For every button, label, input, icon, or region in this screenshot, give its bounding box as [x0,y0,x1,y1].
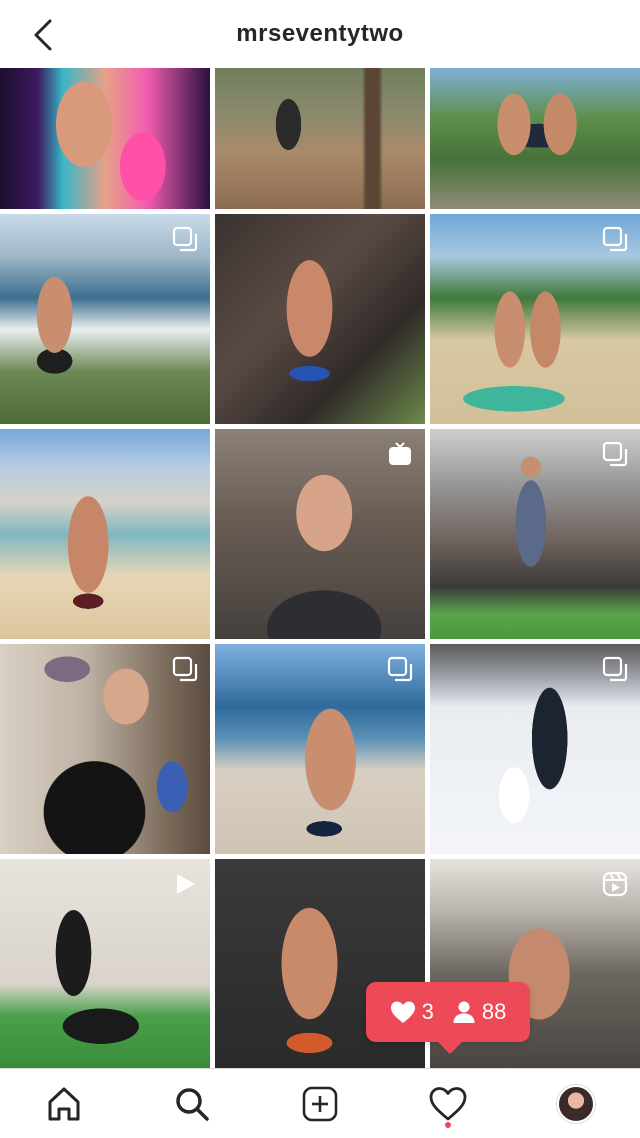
search-icon [176,1087,209,1121]
post-tile[interactable] [430,644,640,854]
carousel-icon [602,441,628,467]
post-tile[interactable] [215,68,425,209]
nav-profile[interactable] [552,1080,600,1128]
nav-new-post[interactable] [296,1080,344,1128]
activity-notification[interactable]: 3 88 [366,982,530,1054]
bottom-nav [0,1068,640,1138]
activity-unread-dot [445,1121,451,1128]
avatar [557,1084,595,1123]
post-tile[interactable] [0,68,210,209]
carousel-icon [387,656,413,682]
back-button[interactable] [26,18,60,52]
home-icon [48,1087,80,1120]
post-tile[interactable] [0,214,210,424]
post-tile[interactable] [0,859,210,1068]
person-icon [453,1001,475,1023]
chevron-left-icon [34,19,52,51]
nav-home[interactable] [40,1080,88,1128]
post-tile[interactable] [215,214,425,424]
page-title: mrseventytwo [236,20,404,47]
post-tile[interactable] [215,644,425,854]
nav-search[interactable] [168,1080,216,1128]
nav-activity[interactable] [424,1080,472,1128]
carousel-icon [172,226,198,252]
carousel-icon [602,656,628,682]
post-tile[interactable] [0,644,210,854]
activity-icon [429,1086,467,1120]
heart-icon [390,1001,415,1023]
likes-count-group: 3 [390,999,434,1025]
likes-count: 3 [421,999,434,1024]
followers-count-group: 88 [452,999,506,1025]
carousel-icon [172,656,198,682]
post-tile[interactable] [215,429,425,639]
add-post-icon [302,1086,338,1121]
carousel-icon [602,226,628,252]
post-tile[interactable] [430,68,640,209]
followers-count: 88 [481,999,507,1024]
posts-grid [0,68,640,1068]
reels-icon [602,871,628,897]
video-icon [177,874,195,894]
post-tile[interactable] [430,214,640,424]
post-tile[interactable] [430,429,640,639]
post-tile[interactable] [0,429,210,639]
igtv-icon [389,442,411,465]
profile-header: mrseventytwo [0,0,640,68]
